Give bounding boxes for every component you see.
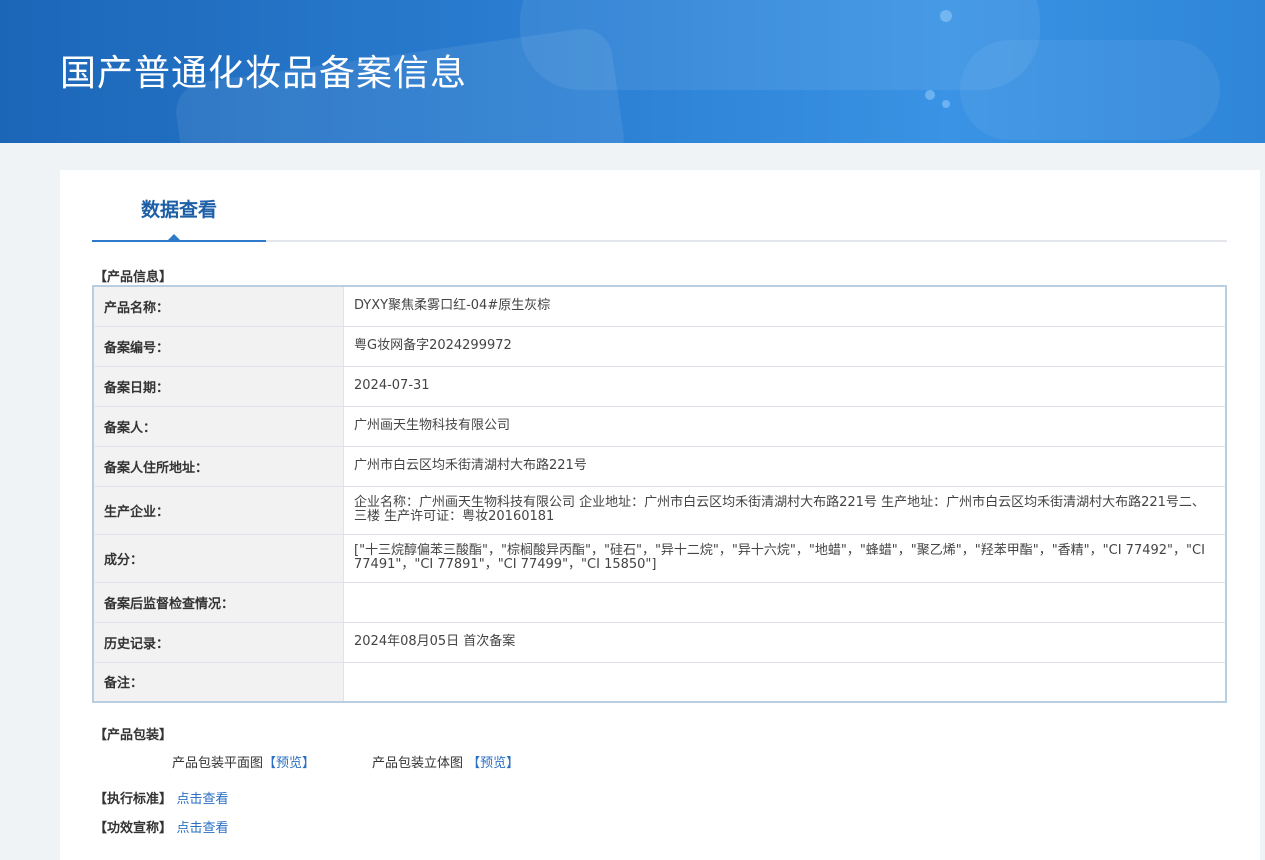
- header-banner: 国产普通化妆品备案信息: [0, 0, 1265, 143]
- row-label: 备案编号：: [92, 325, 344, 367]
- packaging-flat-row: 产品包装平面图【预览】: [172, 752, 315, 771]
- row-label: 产品名称：: [92, 285, 344, 327]
- banner-dot: [925, 90, 935, 100]
- table-row: 备案后监督检查情况：: [92, 581, 1227, 623]
- packaging-flat-label: 产品包装平面图: [172, 756, 264, 771]
- table-row: 备注：: [92, 661, 1227, 703]
- product-info-section-title: 【产品信息】: [94, 270, 173, 285]
- claims-view-link[interactable]: 点击查看: [177, 821, 229, 836]
- standard-label: 【执行标准】: [94, 792, 173, 807]
- table-row: 生产企业： 企业名称：广州画天生物科技有限公司 企业地址：广州市白云区均禾街清湖…: [92, 485, 1227, 535]
- packaging-solid-row: 产品包装立体图 【预览】: [372, 752, 519, 771]
- claims-label: 【功效宣称】: [94, 821, 173, 836]
- packaging-solid-label: 产品包装立体图: [372, 756, 464, 771]
- row-label: 备案人：: [92, 405, 344, 447]
- row-label: 成分：: [92, 533, 344, 583]
- tab-data-view[interactable]: 数据查看: [92, 170, 266, 242]
- table-row: 产品名称： DYXY聚焦柔雾口红-04#原生灰棕: [92, 285, 1227, 327]
- row-value: 广州画天生物科技有限公司: [343, 405, 1227, 447]
- row-value: [343, 581, 1227, 623]
- row-value: 粤G妆网备字2024299972: [343, 325, 1227, 367]
- page-title: 国产普通化妆品备案信息: [60, 53, 468, 94]
- row-label: 备案人住所地址：: [92, 445, 344, 487]
- row-label: 备注：: [92, 661, 344, 703]
- row-label: 备案日期：: [92, 365, 344, 407]
- packaging-section-title: 【产品包装】: [94, 728, 173, 743]
- table-row: 历史记录： 2024年08月05日 首次备案: [92, 621, 1227, 663]
- row-value: 企业名称：广州画天生物科技有限公司 企业地址：广州市白云区均禾街清湖村大布路22…: [343, 485, 1227, 535]
- standard-row: 【执行标准】 点击查看: [94, 788, 229, 807]
- row-value: 广州市白云区均禾街清湖村大布路221号: [343, 445, 1227, 487]
- row-label: 备案后监督检查情况：: [92, 581, 344, 623]
- claims-row: 【功效宣称】 点击查看: [94, 817, 229, 836]
- banner-dot: [940, 10, 952, 22]
- table-row: 备案日期： 2024-07-31: [92, 365, 1227, 407]
- row-value: DYXY聚焦柔雾口红-04#原生灰棕: [343, 285, 1227, 327]
- row-value: 2024年08月05日 首次备案: [343, 621, 1227, 663]
- banner-decoration: [960, 40, 1220, 140]
- row-label: 生产企业：: [92, 485, 344, 535]
- row-value: ["十三烷醇偏苯三酸酯"，"棕榈酸异丙酯"，"硅石"，"异十二烷"，"异十六烷"…: [343, 533, 1227, 583]
- row-label: 历史记录：: [92, 621, 344, 663]
- content-card: 数据查看 【产品信息】 产品名称： DYXY聚焦柔雾口红-04#原生灰棕 备案编…: [60, 170, 1260, 860]
- row-value: [343, 661, 1227, 703]
- packaging-solid-preview-link[interactable]: 【预览】: [467, 756, 519, 771]
- standard-view-link[interactable]: 点击查看: [177, 792, 229, 807]
- banner-dot: [942, 100, 950, 108]
- packaging-flat-preview-link[interactable]: 【预览】: [263, 756, 315, 771]
- tab-bar: 数据查看: [92, 170, 1227, 242]
- table-row: 备案人： 广州画天生物科技有限公司: [92, 405, 1227, 447]
- row-value: 2024-07-31: [343, 365, 1227, 407]
- table-row: 备案编号： 粤G妆网备字2024299972: [92, 325, 1227, 367]
- table-row: 备案人住所地址： 广州市白云区均禾街清湖村大布路221号: [92, 445, 1227, 487]
- tab-active-caret-icon: [168, 234, 180, 240]
- table-row: 成分： ["十三烷醇偏苯三酸酯"，"棕榈酸异丙酯"，"硅石"，"异十二烷"，"异…: [92, 533, 1227, 583]
- product-info-table: 产品名称： DYXY聚焦柔雾口红-04#原生灰棕 备案编号： 粤G妆网备字202…: [92, 285, 1227, 703]
